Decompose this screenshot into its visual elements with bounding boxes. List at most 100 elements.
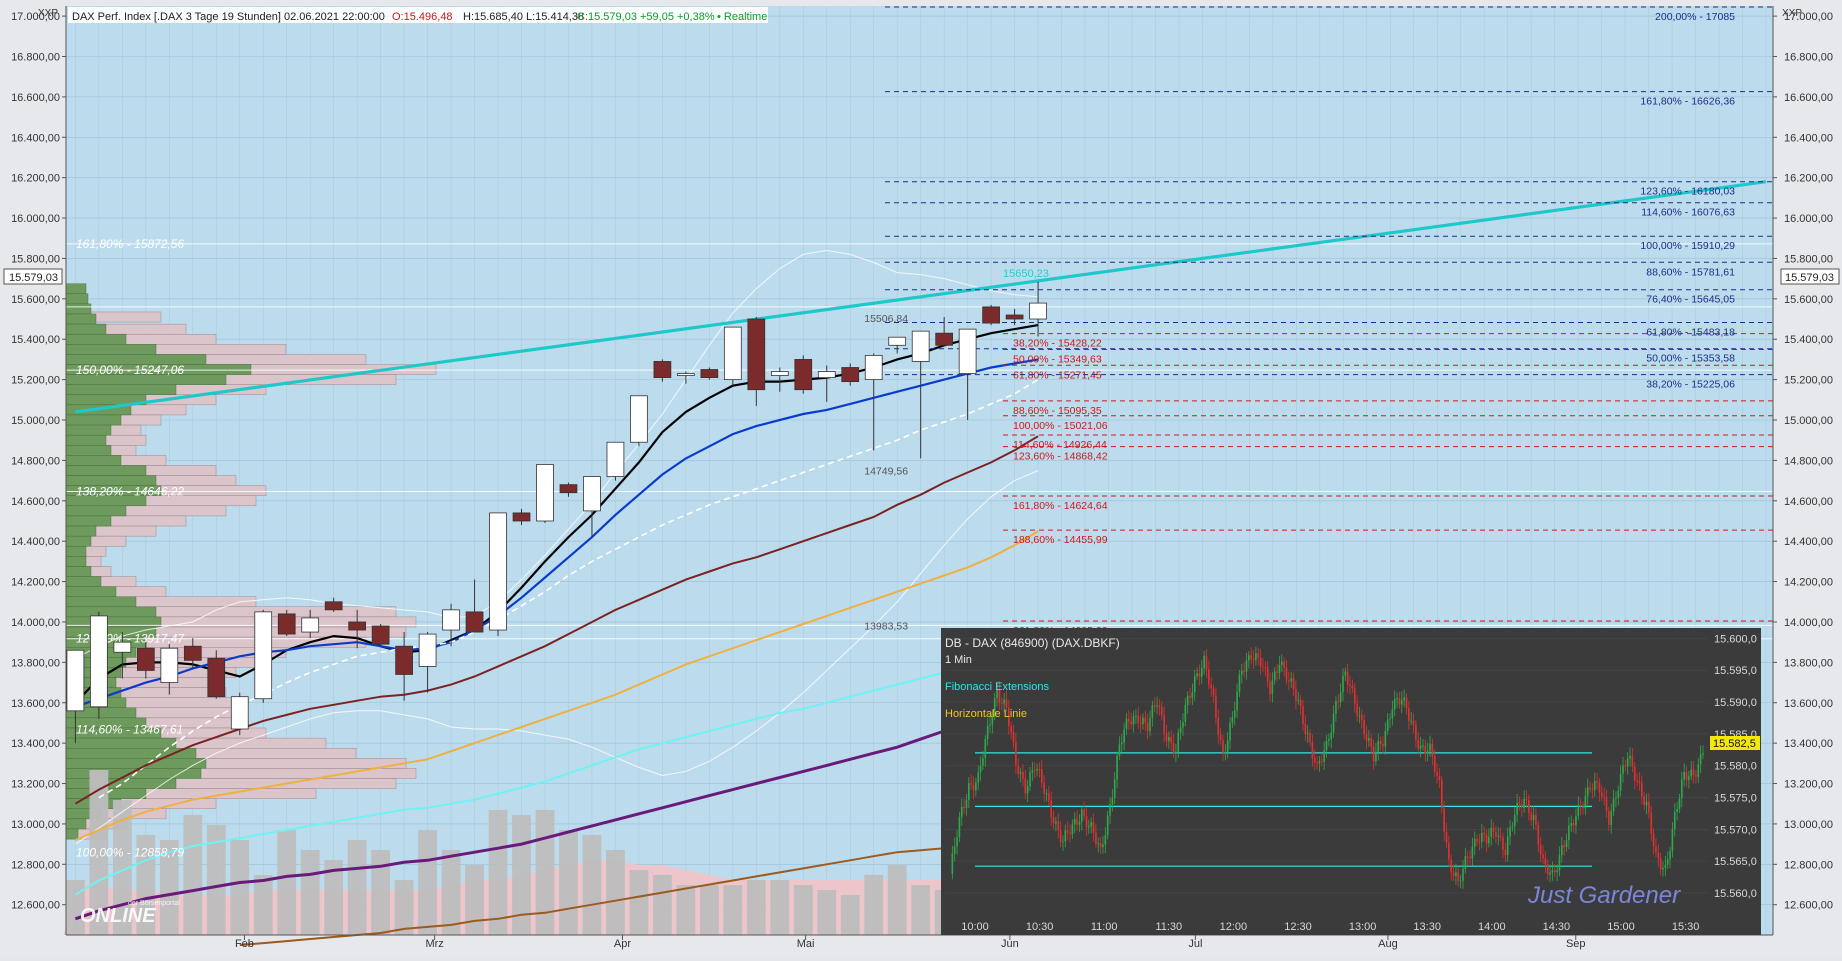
- inset-candle-body: [1398, 698, 1401, 705]
- inset-x-tick-label: 12:30: [1284, 921, 1312, 933]
- inset-candle-body: [1276, 671, 1278, 673]
- x-axis-month-label: Jul: [1188, 938, 1202, 950]
- candle-body: [700, 369, 719, 378]
- fib-target-label: 123,60% - 16180,03: [1640, 186, 1735, 198]
- inset-candle-body: [1638, 780, 1641, 783]
- candle-body: [324, 601, 343, 611]
- inset-candle-body: [1488, 836, 1490, 844]
- inset-candle-body: [1615, 797, 1617, 799]
- volume-bar: [347, 840, 367, 935]
- inset-candle-body: [1466, 856, 1469, 858]
- y-axis-tick-label-right: 13.600,00: [1784, 698, 1833, 710]
- y-axis-tick-label-right: 16.200,00: [1784, 173, 1833, 185]
- inset-candle-body: [1617, 790, 1620, 798]
- inset-candle-body: [1158, 705, 1161, 708]
- inset-candle-body: [1288, 680, 1290, 682]
- inset-candle-body: [1222, 740, 1224, 753]
- inset-candle-body: [1175, 751, 1177, 754]
- y-axis-tick-label-left: 14.000,00: [11, 617, 60, 629]
- inset-candle-body: [1120, 742, 1123, 745]
- inset-candle-body: [1316, 762, 1318, 764]
- inset-candle-body: [1142, 717, 1144, 725]
- inset-x-tick-label: 12:00: [1220, 921, 1248, 933]
- inset-candle-body: [1045, 793, 1048, 795]
- inset-candle-body: [1290, 678, 1293, 682]
- inset-candle-body: [1631, 756, 1634, 767]
- inset-candle-body: [1640, 782, 1643, 797]
- inset-candle-body: [951, 853, 954, 874]
- inset-candle-body: [984, 739, 987, 759]
- inset-candle-body: [1304, 723, 1307, 735]
- inset-candle-body: [1257, 653, 1260, 658]
- inset-candle-body: [1563, 845, 1565, 848]
- inset-candle-body: [1485, 834, 1488, 844]
- inset-candle-body: [1495, 832, 1497, 837]
- inset-candle-body: [986, 725, 989, 740]
- inset-candle-body: [1591, 789, 1594, 791]
- inset-last-price-tag: 15.582,5: [1710, 736, 1760, 750]
- fib-retracement-label: 114,60% - 13467,61: [76, 723, 183, 737]
- inset-candle-body: [1076, 818, 1078, 825]
- volume-bar: [535, 810, 555, 935]
- inset-candle-body: [1325, 740, 1328, 751]
- fib-retracement-label: 150,00% - 15247,06: [76, 363, 184, 377]
- inset-candle-body: [1553, 870, 1556, 873]
- inset-candle-body: [1405, 697, 1408, 709]
- inset-candle-body: [1071, 824, 1074, 835]
- inset-candle-body: [1055, 821, 1057, 824]
- inset-candle-body: [1238, 674, 1241, 692]
- volume-profile-core-bar: [65, 434, 107, 446]
- inset-candle-body: [1170, 736, 1173, 743]
- inset-candle-body: [1168, 736, 1170, 742]
- inset-candle-body: [1144, 717, 1147, 723]
- inset-candle-body: [1492, 827, 1495, 833]
- volume-profile-core-bar: [65, 515, 112, 527]
- candle-body: [113, 641, 132, 653]
- inset-candle-body: [1344, 671, 1347, 676]
- candle-body: [794, 359, 813, 391]
- inset-candle-body: [1022, 772, 1024, 779]
- inset-candle-body: [1365, 734, 1368, 741]
- inset-candle-body: [968, 783, 970, 800]
- y-axis-tick-label-right: 13.400,00: [1784, 738, 1833, 750]
- inset-candle-body: [1424, 745, 1427, 754]
- inset-candle-body: [1403, 697, 1405, 701]
- inset-candle-body: [1186, 695, 1189, 705]
- inset-candle-body: [1389, 718, 1391, 720]
- inset-legend-horizontal: Horizontale Linie: [945, 708, 1027, 720]
- inset-candle-body: [1490, 827, 1493, 837]
- volume-bar: [512, 815, 531, 935]
- inset-candle-body: [1151, 705, 1154, 718]
- inset-candle-body: [1688, 776, 1690, 780]
- inset-candle-body: [1057, 821, 1060, 830]
- inset-y-tick-label: 15.590,0: [1714, 697, 1757, 709]
- inset-candle-body: [1480, 832, 1483, 842]
- inset-candle-body: [1111, 797, 1114, 805]
- inset-candle-body: [1669, 851, 1671, 860]
- candle-body: [841, 367, 860, 383]
- inset-candle-body: [1043, 782, 1045, 794]
- volume-bar: [230, 840, 250, 935]
- svg-text:15.579,03: 15.579,03: [1785, 272, 1834, 284]
- inset-candle-body: [1455, 872, 1457, 876]
- inset-candle-body: [1469, 856, 1471, 859]
- volume-profile-core-bar: [65, 293, 89, 305]
- volume-bar: [277, 830, 297, 935]
- price-tag-right: 15.579,03: [1780, 268, 1840, 285]
- inset-candle-body: [1570, 823, 1573, 826]
- inset-y-tick-label: 15.565,0: [1714, 856, 1757, 868]
- inset-candle-body: [1551, 870, 1554, 873]
- inset-candle-body: [1123, 729, 1125, 743]
- inset-candle-body: [1029, 772, 1031, 787]
- volume-bar: [699, 885, 719, 935]
- volume-bar: [770, 880, 790, 935]
- y-axis-tick-label-left: 15.000,00: [11, 415, 60, 427]
- candle-body: [723, 326, 742, 381]
- volume-profile-core-bar: [65, 768, 202, 779]
- inset-candle-body: [1059, 829, 1062, 843]
- inset-candle-body: [1356, 703, 1358, 716]
- inset-candle-body: [1259, 657, 1262, 667]
- inset-candle-body: [1445, 831, 1448, 843]
- inset-candle-body: [1010, 725, 1013, 733]
- inset-candle-body: [1191, 692, 1194, 699]
